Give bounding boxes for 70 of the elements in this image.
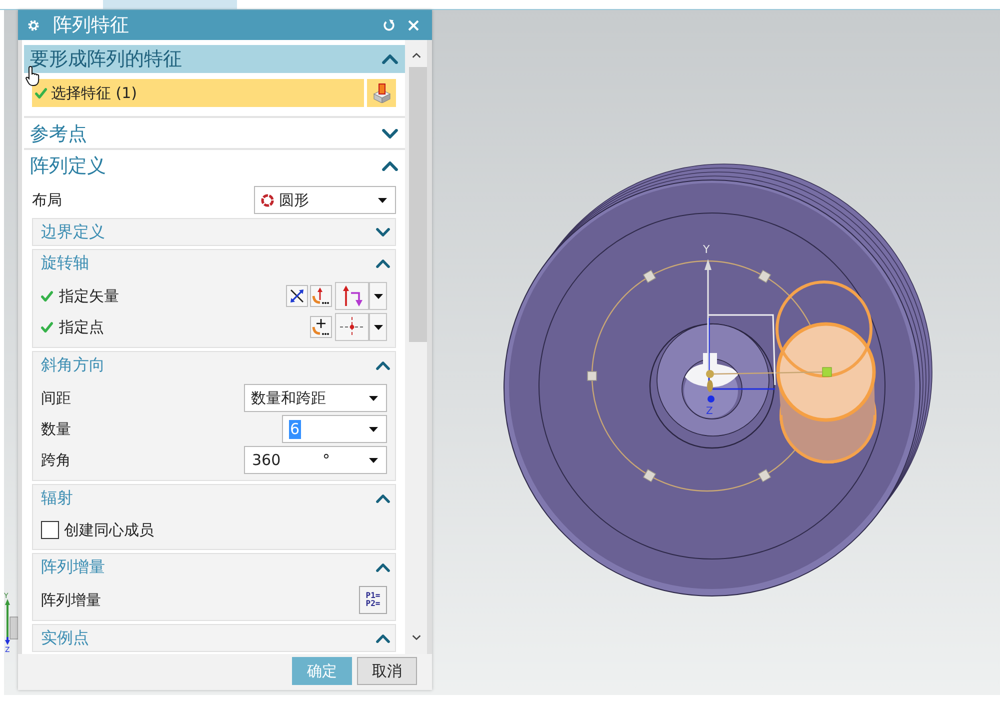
point-type-button[interactable] xyxy=(335,313,369,341)
group-header[interactable]: 旋转轴 xyxy=(33,250,395,276)
reset-button[interactable] xyxy=(382,18,395,32)
point-dot-icon xyxy=(708,396,714,402)
select-feature-button[interactable] xyxy=(367,79,396,107)
circular-arrow-icon xyxy=(382,19,394,31)
square-marker-icon xyxy=(822,367,832,377)
group-header[interactable]: 边界定义 xyxy=(33,219,395,245)
dropdown-button[interactable] xyxy=(369,313,387,341)
section-header[interactable]: 阵列定义 xyxy=(24,152,405,180)
caret-icon xyxy=(369,396,378,400)
square-marker-icon xyxy=(642,468,656,482)
feature-block-icon xyxy=(372,83,392,103)
caret-icon xyxy=(369,458,378,462)
arrows-icon xyxy=(340,285,364,307)
close-icon xyxy=(408,20,419,30)
gear-icon xyxy=(28,20,39,30)
caret-icon xyxy=(374,294,382,298)
axis-label: Y xyxy=(703,243,710,256)
caret-icon xyxy=(374,324,382,330)
axis-dots-icon xyxy=(312,287,330,305)
group-header[interactable]: 斜角方向 xyxy=(33,352,395,378)
dropdown[interactable]: 圆形 xyxy=(254,186,396,214)
dropdown[interactable]: 数量和跨距 xyxy=(244,384,387,412)
inferred-vector-button[interactable] xyxy=(310,285,332,307)
square-marker-icon xyxy=(587,371,597,381)
group-header[interactable]: 辐射 xyxy=(33,485,395,511)
field-label: 跨角 xyxy=(41,450,71,470)
caret-icon xyxy=(378,198,387,202)
square-marker-icon xyxy=(642,270,656,284)
vector-type-button[interactable] xyxy=(335,282,369,310)
checkbox[interactable] xyxy=(41,521,59,539)
field-label: 指定矢量 xyxy=(59,286,119,306)
square-marker-icon xyxy=(758,270,772,284)
group-header[interactable]: 阵列增量 xyxy=(33,554,395,580)
vector-dialog-button[interactable] xyxy=(286,285,308,307)
section-header[interactable]: 要形成阵列的特征 xyxy=(24,45,405,73)
number-field[interactable]: 360 ° xyxy=(244,446,387,474)
dialog-title: 阵列特征 xyxy=(53,14,130,36)
handle-icon xyxy=(706,370,714,392)
caret-down-icon xyxy=(412,635,420,640)
triad-drawing xyxy=(5,599,18,645)
unit-label: ° xyxy=(322,450,330,470)
square-marker-icon xyxy=(758,468,772,482)
field-label: 间距 xyxy=(41,388,71,408)
field-label: 指定点 xyxy=(59,317,104,337)
dropdown-button[interactable] xyxy=(369,282,387,310)
scrollbar-thumb[interactable] xyxy=(409,67,427,342)
field-value: 6 xyxy=(289,420,301,438)
section-header[interactable]: 参考点 xyxy=(24,120,405,148)
confirm-button[interactable]: 确定 xyxy=(292,657,352,685)
plus-dots-icon xyxy=(312,318,330,336)
caret-icon xyxy=(369,426,378,432)
increment-button[interactable]: P1= P2= xyxy=(359,586,387,614)
field-value: 360 xyxy=(251,450,282,470)
field-label: 阵列增量 xyxy=(41,590,101,610)
number-field[interactable]: 6 xyxy=(282,415,387,443)
cancel-button[interactable]: 取消 xyxy=(357,657,417,685)
inferred-point-button[interactable] xyxy=(310,316,332,338)
crossed-arrows-icon xyxy=(289,288,305,304)
ring-icon xyxy=(261,194,274,206)
axis-label: Z xyxy=(706,406,713,417)
selection-row[interactable]: 选择特征 (1) xyxy=(32,79,364,107)
caret-up-icon xyxy=(412,52,420,58)
crosshair-icon xyxy=(339,316,365,338)
field-label: 布局 xyxy=(32,190,62,210)
field-label: 数量 xyxy=(41,419,71,439)
close-button[interactable] xyxy=(407,18,420,32)
checkbox-label: 创建同心成员 xyxy=(64,520,154,540)
group-header[interactable]: 实例点 xyxy=(33,625,395,651)
